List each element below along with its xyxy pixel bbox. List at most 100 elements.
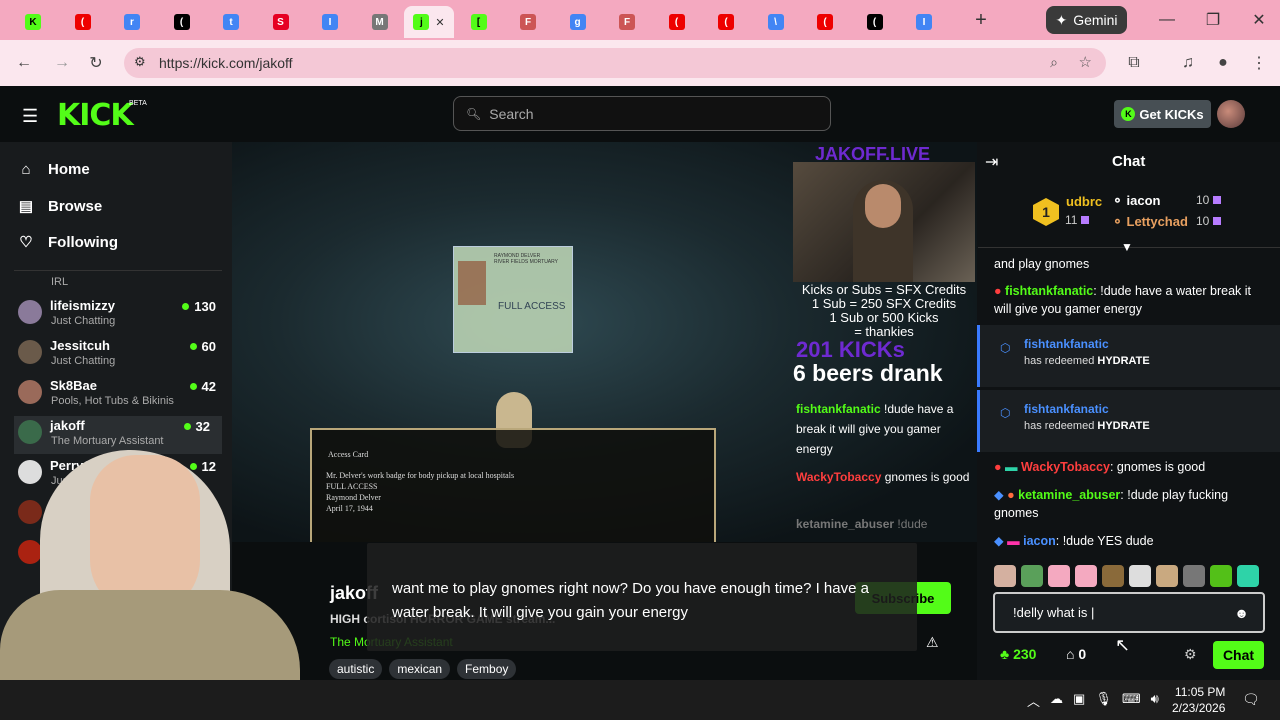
back-arrow-icon[interactable]: ← <box>12 51 36 75</box>
reload-icon[interactable]: ↻ <box>84 51 108 75</box>
sidebar-nav-browse[interactable]: ▤ Browse <box>18 197 102 216</box>
address-bar[interactable]: ⚙ https://kick.com/jakoff ⌕ ☆ <box>124 48 1106 78</box>
expand-leaderboard-icon[interactable]: ▼ <box>1121 240 1133 254</box>
browse-icon: ▤ <box>18 198 34 215</box>
notification-icon[interactable]: 🗨︎ <box>1242 691 1260 708</box>
collapse-chat-icon[interactable]: ⇥ <box>985 152 998 172</box>
channel-name: Jessitcuh <box>50 338 110 353</box>
browser-tab[interactable]: I <box>899 6 949 38</box>
onedrive-icon[interactable]: ☁ <box>1050 691 1063 710</box>
tag-femboy[interactable]: Femboy <box>457 659 517 679</box>
emote-icon[interactable] <box>1156 565 1178 587</box>
emote-icon[interactable] <box>1021 565 1043 587</box>
chat-message: ◆ ● ketamine_abuser: !dude play fucking … <box>994 488 1229 520</box>
hamburger-menu-icon[interactable]: ☰ <box>22 106 38 127</box>
browser-menu-icon[interactable]: ⋮ <box>1247 51 1271 75</box>
browser-tab[interactable]: S <box>256 6 306 38</box>
browser-tab[interactable]: r <box>107 6 157 38</box>
browser-tab[interactable]: j ✕ <box>404 6 454 38</box>
badge-icon: ◆ <box>994 488 1004 502</box>
bookmark-star-icon[interactable]: ☆ <box>1079 53 1092 71</box>
media-control-icon[interactable]: ♫ <box>1176 51 1200 75</box>
forward-arrow-icon[interactable]: → <box>50 51 74 75</box>
browser-tab[interactable]: g <box>553 6 603 38</box>
browser-tab[interactable]: t <box>206 6 256 38</box>
search-input[interactable]: 🔍︎ Search <box>453 96 831 131</box>
heart-emote-icon[interactable] <box>1075 565 1097 587</box>
avatar <box>18 380 42 404</box>
profile-icon[interactable]: ● <box>1211 51 1235 75</box>
emote-icon[interactable] <box>1129 565 1151 587</box>
browser-tab[interactable]: ( <box>157 6 207 38</box>
badge-icon: ● <box>994 284 1002 298</box>
viewer-count: 60 <box>189 339 216 354</box>
gem-icon <box>1213 217 1222 225</box>
browser-tab[interactable]: \ <box>751 6 801 38</box>
browser-tab[interactable]: F <box>602 6 652 38</box>
extensions-icon[interactable]: ⧉ <box>1122 51 1146 75</box>
browser-tab[interactable]: ( <box>800 6 850 38</box>
zoom-icon[interactable]: ⌕ <box>1050 54 1058 71</box>
live-caption-box: want me to play gnomes right now? Do you… <box>367 543 917 651</box>
emote-icon[interactable] <box>1237 565 1259 587</box>
browser-tab[interactable]: M <box>355 6 405 38</box>
close-window-button[interactable]: ✕ <box>1247 8 1271 32</box>
new-tab-button[interactable]: + <box>966 5 996 35</box>
mouse-cursor-icon: ↖ <box>1115 635 1131 655</box>
browser-tab[interactable]: F <box>503 6 553 38</box>
emoji-picker-icon[interactable]: ☻ <box>1234 605 1249 621</box>
browser-tab[interactable]: I <box>305 6 355 38</box>
sidebar-nav-following[interactable]: ♡ Following <box>18 233 118 252</box>
sidebar-nav-home[interactable]: ⌂ Home <box>18 161 89 178</box>
tag-mexican[interactable]: mexican <box>389 659 451 679</box>
tab-favicon-icon: \ <box>767 14 784 30</box>
network-icon[interactable]: ⌨ <box>1122 691 1141 710</box>
browser-tab[interactable]: [ <box>454 6 504 38</box>
warning-icon[interactable]: ⚠ <box>926 634 939 651</box>
get-kicks-button[interactable]: K Get KICKs <box>1114 100 1211 128</box>
browser-tab[interactable]: ( <box>652 6 702 38</box>
tab-favicon-icon: g <box>569 14 586 30</box>
minimize-button[interactable]: — <box>1155 8 1179 32</box>
meet-icon[interactable]: ▣ <box>1073 691 1085 710</box>
gemini-button[interactable]: ✦ Gemini <box>1046 6 1127 34</box>
leaderboard-second-name[interactable]: ⚬ iacon <box>1112 193 1160 209</box>
site-info-icon[interactable]: ⚙ <box>134 54 146 70</box>
sidebar-channel[interactable]: Jessitcuh Just Chatting 60 <box>18 336 228 374</box>
restore-button[interactable]: ❐ <box>1201 8 1225 32</box>
chat-input[interactable]: !delly what is | ☻ <box>993 592 1265 633</box>
channel-name: jakoff <box>50 418 85 433</box>
browser-tab[interactable]: ( <box>850 6 900 38</box>
card-photo <box>458 261 486 305</box>
browser-tab[interactable]: K <box>8 6 58 38</box>
emote-icon[interactable] <box>1183 565 1205 587</box>
kicks-balance[interactable]: ♣ 230 <box>1000 646 1036 662</box>
browser-tab[interactable]: ( <box>701 6 751 38</box>
sidebar-channel[interactable]: Sk8Bae Pools, Hot Tubs & Bikinis 42 <box>18 376 228 414</box>
close-tab-icon[interactable]: ✕ <box>435 16 444 29</box>
system-clock[interactable]: 11:05 PM 2/23/2026 <box>1172 684 1225 716</box>
heart-emote-icon[interactable] <box>1048 565 1070 587</box>
badge-icon: ▬ <box>1007 534 1020 548</box>
emote-icon[interactable] <box>1102 565 1124 587</box>
ticket-icon: ⌂ <box>1066 646 1075 662</box>
tab-favicon-icon: t <box>223 14 239 30</box>
chat-settings-gear-icon[interactable]: ⚙ <box>1184 646 1197 663</box>
user-avatar[interactable] <box>1217 100 1245 128</box>
redeem-icon: ⬡ <box>1000 341 1011 355</box>
gem-icon <box>1081 216 1090 224</box>
browser-tab[interactable]: ( <box>58 6 108 38</box>
chevron-up-icon[interactable]: ︿ <box>1027 691 1040 710</box>
tab-favicon-icon: I <box>322 14 338 30</box>
search-placeholder: Search <box>489 105 534 122</box>
sidebar-channel[interactable]: lifeismizzy Just Chatting 130 <box>18 296 228 334</box>
tickets-balance[interactable]: ⌂ 0 <box>1066 646 1086 662</box>
emote-icon[interactable] <box>1210 565 1232 587</box>
chat-send-button[interactable]: Chat <box>1213 641 1264 669</box>
leaderboard-top-name[interactable]: udbrc <box>1066 194 1102 209</box>
leaderboard-third-name[interactable]: ⚬ Lettychad <box>1112 214 1188 230</box>
kick-logo[interactable]: KICK <box>57 98 134 133</box>
volume-icon[interactable]: 🔊︎ <box>1151 691 1159 710</box>
emote-icon[interactable] <box>994 565 1016 587</box>
microphone-icon[interactable]: 🎙︎ <box>1095 691 1112 710</box>
